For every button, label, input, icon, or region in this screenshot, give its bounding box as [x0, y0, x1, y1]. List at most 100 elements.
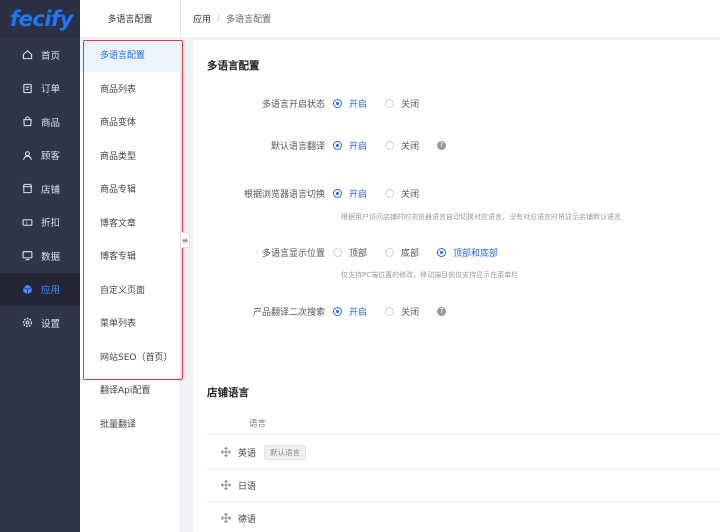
config-label: 根据浏览器语言切换 [243, 189, 325, 200]
radio-icon[interactable] [385, 306, 395, 316]
nav-item-8[interactable]: 设置 [0, 306, 80, 340]
config-label: 多语言开启状态 [261, 99, 325, 110]
sub-nav-item-7[interactable]: 自定义页面 [80, 273, 180, 307]
collapse-handle-icon[interactable]: ≡ [180, 232, 190, 248]
radio-option[interactable]: 底部 [385, 246, 419, 259]
nav-item-label: 店铺 [41, 184, 61, 196]
sub-nav-item-6[interactable]: 博客专辑 [80, 239, 180, 273]
main-sidebar: fecify 首页订单商品顾客店铺折扣数据应用设置 [0, 0, 80, 532]
main-content: 多语言配置 多语言开启状态 开启 关闭 默认语言翻译 开启 关闭? 根据浏览器语言切换 开启关… [193, 40, 720, 532]
nav-item-label: 应用 [41, 285, 61, 297]
radio-option[interactable]: 关闭 [385, 305, 419, 318]
nav-item-label: 数据 [41, 251, 61, 263]
radio-icon[interactable] [385, 98, 395, 108]
radio-option[interactable]: 开启 [333, 305, 367, 318]
radio-option[interactable]: 开启 [333, 97, 367, 110]
sub-nav-item-0[interactable]: 多语言配置 [80, 38, 180, 72]
config-label: 产品翻译二次搜索 [252, 307, 325, 318]
nav-item-7[interactable]: 应用 [0, 272, 80, 306]
sub-nav-item-3[interactable]: 商品类型 [80, 139, 180, 173]
radio-option[interactable]: 关闭 [385, 97, 419, 110]
nav-item-label: 商品 [41, 117, 61, 129]
table-header: 语言 [207, 411, 720, 435]
breadcrumb-app[interactable]: 应用 [193, 12, 211, 25]
nav-item-label: 首页 [41, 50, 61, 62]
radio-icon[interactable] [385, 188, 395, 198]
radio-option[interactable]: 关闭 [385, 187, 419, 200]
sub-nav-item-4[interactable]: 商品专辑 [80, 172, 180, 206]
sub-nav-item-10[interactable]: 翻译Api配置 [80, 373, 180, 407]
radio-icon[interactable] [385, 140, 395, 150]
radio-label: 底部 [401, 248, 420, 259]
sub-nav-item-5[interactable]: 博客文章 [80, 206, 180, 240]
config-row: 多语言显示位置 顶部 底部 顶部和底部 [193, 244, 720, 260]
sub-sidebar: 多语言配置 多语言配置 商品列表 商品变体 商品类型 商品专辑 博客文章 博客专辑 自定义页面… [80, 0, 181, 532]
table-row: 英语 默认语言 [207, 436, 720, 469]
radio-label: 开启 [349, 307, 368, 318]
radio-icon[interactable] [385, 247, 395, 257]
help-icon[interactable]: ? [437, 306, 447, 316]
radio-option[interactable]: 开启 [333, 187, 367, 200]
breadcrumb-current: 多语言配置 [226, 15, 272, 25]
radio-label: 开启 [349, 189, 368, 200]
cube-icon [22, 284, 33, 295]
radio-label: 开启 [349, 141, 368, 152]
home-icon [22, 49, 33, 60]
language-name: 德语 [238, 514, 257, 525]
table-row: 德语 [207, 502, 720, 532]
sub-nav-item-2[interactable]: 商品变体 [80, 105, 180, 139]
language-name: 日语 [238, 481, 257, 492]
hint-text: 根据用户访问店铺时的浏览器语言自动切换对应语言，没有对应语言时将显示店铺默认语言 [341, 213, 621, 221]
store-icon [22, 183, 33, 194]
config-row: 多语言开启状态 开启 关闭 [193, 95, 720, 111]
config-row: 默认语言翻译 开启 关闭? [193, 137, 720, 153]
nav-item-label: 订单 [41, 84, 61, 96]
nav-item-6[interactable]: 数据 [0, 239, 80, 273]
sub-nav-item-1[interactable]: 商品列表 [80, 72, 180, 106]
help-icon[interactable]: ? [437, 140, 447, 150]
radio-label: 关闭 [401, 307, 420, 318]
nav-item-label: 折扣 [41, 218, 61, 230]
radio-label: 开启 [349, 99, 368, 110]
radio-icon[interactable] [333, 247, 342, 257]
page-title: 多语言配置 [207, 60, 260, 72]
language-name: 英语 [238, 448, 257, 459]
radio-option[interactable]: 开启 [333, 139, 367, 152]
radio-icon[interactable] [333, 306, 342, 316]
hint-text: 仅支持PC端位置的修改，移动端目前仅支持显示在菜单栏 [341, 271, 519, 279]
sub-sidebar-title: 多语言配置 [80, 0, 180, 38]
table-row: 日语 [207, 469, 720, 502]
drag-handle-icon[interactable] [221, 480, 231, 490]
nav-item-label: 顾客 [41, 151, 61, 163]
radio-icon[interactable] [437, 247, 447, 257]
breadcrumb-separator: / [217, 13, 221, 24]
nav-item-5[interactable]: 折扣 [0, 206, 80, 240]
drag-handle-icon[interactable] [221, 513, 231, 523]
nav-item-2[interactable]: 商品 [0, 105, 80, 139]
order-icon [22, 83, 33, 94]
nav-item-0[interactable]: 首页 [0, 38, 80, 72]
nav-item-3[interactable]: 顾客 [0, 139, 80, 173]
nav-item-4[interactable]: 店铺 [0, 172, 80, 206]
sub-nav-item-8[interactable]: 菜单列表 [80, 306, 180, 340]
radio-option[interactable]: 顶部和底部 [437, 246, 498, 259]
store-language-title: 店铺语言 [207, 387, 249, 399]
logo[interactable]: fecify [0, 0, 80, 38]
drag-handle-icon[interactable] [221, 447, 231, 457]
radio-label: 顶部和底部 [453, 248, 499, 259]
radio-option[interactable]: 顶部 [333, 246, 367, 259]
radio-option[interactable]: 关闭 [385, 139, 419, 152]
radio-label: 关闭 [401, 189, 420, 200]
gear-icon [22, 317, 33, 328]
sub-nav-item-11[interactable]: 批量翻译 [80, 407, 180, 441]
bag-icon [22, 116, 33, 127]
sub-nav-item-9[interactable]: 网站SEO（首页） [80, 340, 180, 374]
nav-item-1[interactable]: 订单 [0, 72, 80, 106]
config-row: 产品翻译二次搜索 开启 关闭? [193, 303, 720, 319]
nav-item-label: 设置 [41, 318, 61, 330]
radio-icon[interactable] [333, 188, 342, 198]
ticket-icon [22, 217, 33, 228]
radio-icon[interactable] [333, 98, 342, 108]
user-icon [22, 150, 33, 161]
radio-icon[interactable] [333, 140, 342, 150]
